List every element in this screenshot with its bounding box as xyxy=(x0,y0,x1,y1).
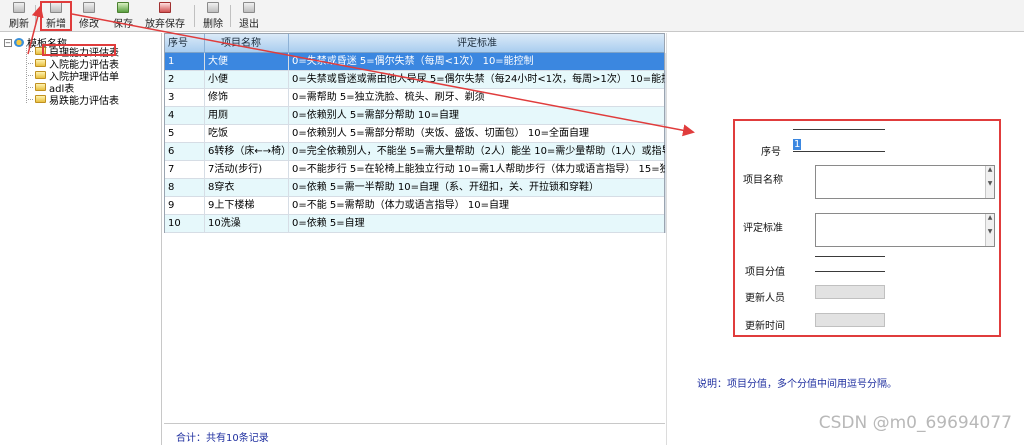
annotation-arrows xyxy=(27,5,695,137)
watermark: CSDN @m0_69694077 xyxy=(818,413,1012,433)
